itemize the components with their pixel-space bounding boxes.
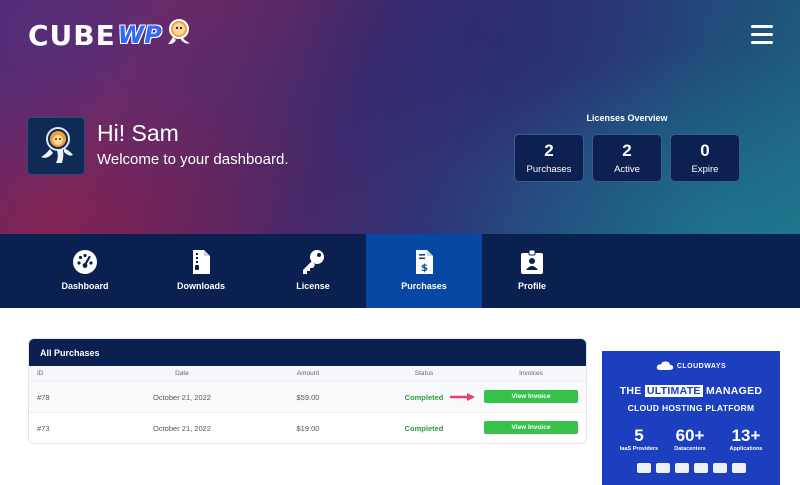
column-header-date: Date <box>175 370 189 377</box>
license-expire-card[interactable]: 0 Expire <box>670 134 740 182</box>
cell-date: October 21, 2022 <box>153 393 211 402</box>
key-icon <box>303 250 324 274</box>
ad-stat-providers: 5 IaaS Providers <box>611 426 667 453</box>
ad-brand-name: CLOUDWAYS <box>676 362 727 370</box>
wordpress-logo-icon <box>712 463 727 473</box>
nav-item-downloads[interactable]: Downloads <box>143 234 259 308</box>
pointer-arrow-icon <box>450 393 475 401</box>
license-expire-label: Expire <box>691 164 719 175</box>
cloud-icon <box>656 361 674 370</box>
license-active-card[interactable]: 2 Active <box>592 134 662 182</box>
svg-text:$: $ <box>421 263 428 274</box>
license-active-label: Active <box>614 164 640 175</box>
purchases-table-title: All Purchases <box>29 339 586 366</box>
ad-stat-label: Datacenters <box>674 446 706 452</box>
nav-item-license[interactable]: License <box>255 234 371 308</box>
license-purchases-value: 2 <box>544 141 554 160</box>
column-header-amount: Amount <box>296 370 320 377</box>
ad-partner-logos <box>602 463 780 473</box>
column-header-invoices: Invoices <box>519 370 543 377</box>
column-header-status: Status <box>414 370 434 377</box>
avatar <box>27 117 85 175</box>
woo-logo-icon <box>674 463 689 473</box>
nav-label-downloads: Downloads <box>176 281 225 291</box>
drupal-logo-icon <box>693 463 708 473</box>
table-header: ID Date Amount Status Invoices <box>29 366 586 382</box>
nav-item-dashboard[interactable]: Dashboard <box>27 234 143 308</box>
logo-accent: WP <box>117 21 162 49</box>
cloudways-ad-banner[interactable]: CLOUDWAYS THE ULTIMATE MANAGED CLOUD HOS… <box>602 351 780 485</box>
cell-status: Completed <box>404 393 444 402</box>
ad-stat-datacenters: 60+ Datacenters <box>662 426 718 453</box>
license-purchases-label: Purchases <box>526 164 572 175</box>
cell-date: October 21, 2022 <box>153 424 211 433</box>
table-row: #73 October 21, 2022 $19.00 Completed Vi… <box>29 413 586 443</box>
cell-id: #73 <box>37 424 50 433</box>
view-invoice-button[interactable]: View Invoice <box>484 421 578 434</box>
nav-label-profile: Profile <box>517 281 546 291</box>
php-logo-icon <box>636 463 651 473</box>
ad-stat-applications: 13+ Applications <box>718 426 774 453</box>
nav-item-profile[interactable]: Profile <box>474 234 590 308</box>
hero-banner: CUBE WP Hi! Sam Welcome to your dashboar… <box>0 0 800 234</box>
site-logo[interactable]: CUBE WP <box>28 17 192 53</box>
mascot-icon <box>164 18 192 53</box>
cell-id: #78 <box>37 393 50 402</box>
table-row: #78 October 21, 2022 $59.00 Completed Vi… <box>29 382 586 413</box>
license-active-value: 2 <box>622 141 632 160</box>
ad-subheadline: CLOUD HOSTING PLATFORM <box>627 403 755 413</box>
ad-headline-post: MANAGED <box>705 385 763 397</box>
gauge-icon <box>73 250 97 274</box>
file-zip-icon <box>193 250 210 274</box>
ad-stat-value: 60+ <box>675 426 705 445</box>
cell-status: Completed <box>404 424 444 433</box>
license-expire-value: 0 <box>700 141 710 160</box>
ad-brand: CLOUDWAYS <box>602 361 780 371</box>
licenses-overview-title: Licenses Overview <box>586 113 668 123</box>
ad-stat-label: Applications <box>729 446 763 452</box>
ad-stat-value: 13+ <box>731 426 761 445</box>
ad-stat-value: 5 <box>634 426 644 445</box>
license-purchases-card[interactable]: 2 Purchases <box>514 134 584 182</box>
nav-label-purchases: Purchases <box>401 281 447 291</box>
column-header-id: ID <box>37 370 44 377</box>
ad-headline-highlight: ULTIMATE <box>644 385 703 397</box>
magento-logo-icon <box>655 463 670 473</box>
ad-headline-pre: THE <box>619 385 642 397</box>
cell-amount: $19.00 <box>296 424 320 433</box>
ad-stat-label: IaaS Providers <box>619 446 659 452</box>
greeting-name: Hi! Sam <box>97 120 179 146</box>
view-invoice-button[interactable]: View Invoice <box>484 390 578 403</box>
ad-headline: THE ULTIMATE MANAGED <box>602 385 780 397</box>
hamburger-menu-icon[interactable] <box>751 25 773 45</box>
invoice-dollar-icon: $ <box>416 250 433 274</box>
greeting-subtitle: Welcome to your dashboard. <box>97 151 289 168</box>
cell-amount: $59.00 <box>296 393 320 402</box>
nav-label-dashboard: Dashboard <box>61 281 109 291</box>
id-badge-icon <box>521 249 543 274</box>
nav-item-purchases[interactable]: $ Purchases <box>366 234 482 308</box>
purchases-table: All Purchases ID Date Amount Status Invo… <box>28 338 587 444</box>
laravel-logo-icon <box>731 463 746 473</box>
nav-label-license: License <box>296 281 330 291</box>
logo-text: CUBE <box>28 18 116 52</box>
astronaut-lion-icon <box>41 127 73 163</box>
dashboard-nav: Dashboard Downloads License $ Purchases <box>0 234 800 308</box>
